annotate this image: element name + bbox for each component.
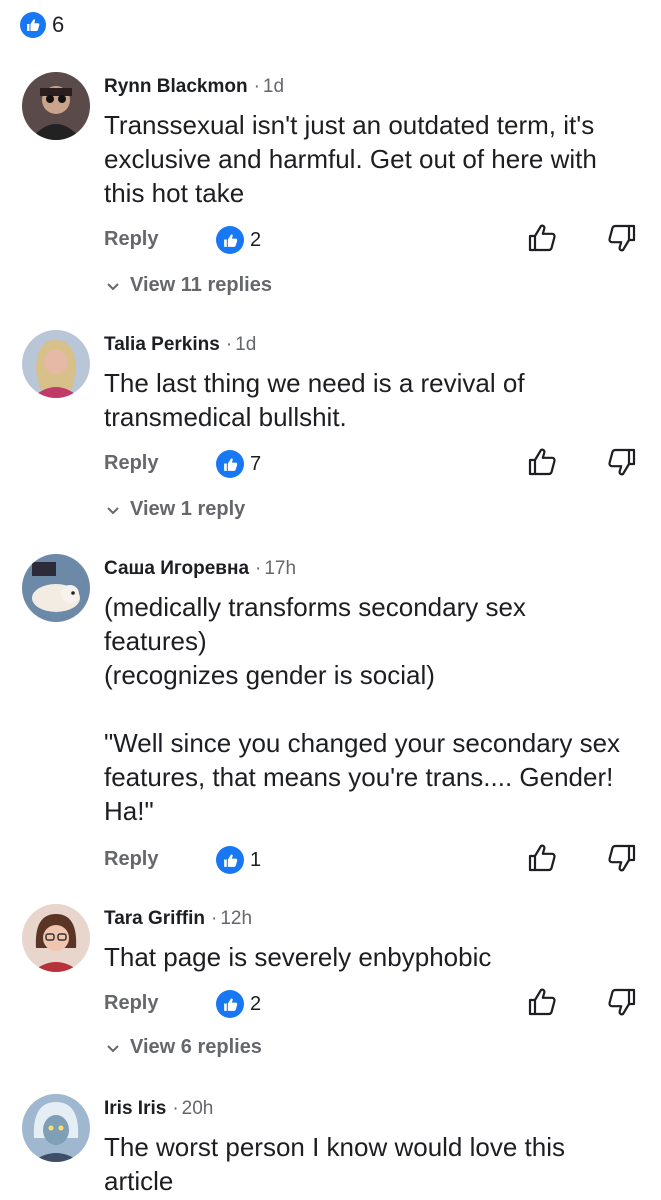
comment-like-count: 2 (250, 992, 262, 1015)
comment-author[interactable]: Iris Iris (104, 1098, 166, 1119)
view-replies-button[interactable]: View 11 replies (104, 274, 272, 297)
comment-text: (medically transforms secondary sex feat… (104, 592, 621, 826)
comment-actions: Reply 7 (104, 446, 644, 486)
comment-author[interactable]: Саша Игоревна (104, 558, 249, 579)
separator-dot: · (255, 558, 262, 579)
post-like-count: 6 (52, 12, 65, 37)
comment-actions: Reply 2 (104, 222, 644, 262)
comment-header: Rynn Blackmon · 1d (104, 76, 284, 98)
avatar[interactable] (22, 904, 90, 972)
avatar[interactable] (22, 554, 90, 622)
comment-reactions[interactable]: 1 (216, 846, 261, 874)
comment-time: 12h (220, 908, 253, 929)
thumbs-down-icon[interactable] (606, 222, 638, 254)
chevron-down-icon (107, 282, 119, 290)
thumbs-up-icon[interactable] (526, 842, 558, 874)
comment-author[interactable]: Talia Perkins (104, 334, 220, 355)
separator-dot: · (172, 1098, 179, 1119)
chevron-down-icon (107, 1044, 119, 1052)
post-reaction-summary[interactable]: 6 (20, 12, 64, 38)
comment-like-count: 1 (250, 848, 262, 871)
view-replies-label: View 1 reply (130, 498, 246, 520)
comment-header: Tara Griffin · 12h (104, 908, 252, 930)
avatar[interactable] (22, 72, 90, 140)
thumbs-down-icon[interactable] (606, 842, 638, 874)
view-replies-label: View 11 replies (130, 274, 272, 296)
comment-actions: Reply 2 (104, 986, 644, 1026)
comment-text: The last thing we need is a revival of t… (104, 368, 532, 432)
reply-button[interactable]: Reply (104, 992, 158, 1015)
thumbs-up-icon[interactable] (526, 446, 558, 478)
comment-time: 1d (262, 76, 285, 97)
comment-time: 20h (181, 1098, 214, 1119)
comment-actions: Reply 1 (104, 842, 644, 882)
comment-like-count: 7 (250, 452, 262, 475)
like-icon (216, 990, 244, 1018)
separator-dot: · (253, 76, 260, 97)
comment-time: 1d (235, 334, 257, 355)
comment-like-count: 2 (250, 228, 262, 251)
thumbs-up-icon[interactable] (526, 986, 558, 1018)
like-icon (216, 846, 244, 874)
comment-author[interactable]: Rynn Blackmon (104, 76, 248, 97)
comment-header: Iris Iris · 20h (104, 1098, 213, 1120)
like-icon (216, 450, 244, 478)
comment-header: Talia Perkins · 1d (104, 334, 256, 356)
thumbs-up-icon[interactable] (526, 222, 558, 254)
view-replies-label: View 6 replies (130, 1036, 262, 1058)
separator-dot: · (225, 334, 233, 355)
chevron-down-icon (107, 506, 119, 514)
reply-button[interactable]: Reply (104, 452, 158, 475)
comment-time: 17h (264, 558, 297, 579)
comment-author[interactable]: Tara Griffin (104, 908, 205, 929)
comment-text: The worst person I know would love this … (104, 1132, 573, 1196)
comment-header: Саша Игоревна · 17h (104, 558, 296, 580)
avatar[interactable] (22, 330, 90, 398)
separator-dot: · (211, 908, 218, 929)
like-icon (216, 226, 244, 254)
reply-button[interactable]: Reply (104, 848, 158, 871)
thumbs-down-icon[interactable] (606, 446, 638, 478)
view-replies-button[interactable]: View 1 reply (104, 498, 245, 521)
comment-reactions[interactable]: 2 (216, 990, 261, 1018)
thumbs-down-icon[interactable] (606, 986, 638, 1018)
comment-reactions[interactable]: 2 (216, 226, 261, 254)
comment-text: That page is severely enbyphobic (104, 942, 492, 972)
reply-button[interactable]: Reply (104, 228, 158, 251)
view-replies-button[interactable]: View 6 replies (104, 1036, 262, 1059)
avatar[interactable] (22, 1094, 90, 1162)
comment-text: Transsexual isn't just an outdated term,… (104, 110, 605, 208)
comment-reactions[interactable]: 7 (216, 450, 261, 478)
like-icon (20, 12, 46, 38)
